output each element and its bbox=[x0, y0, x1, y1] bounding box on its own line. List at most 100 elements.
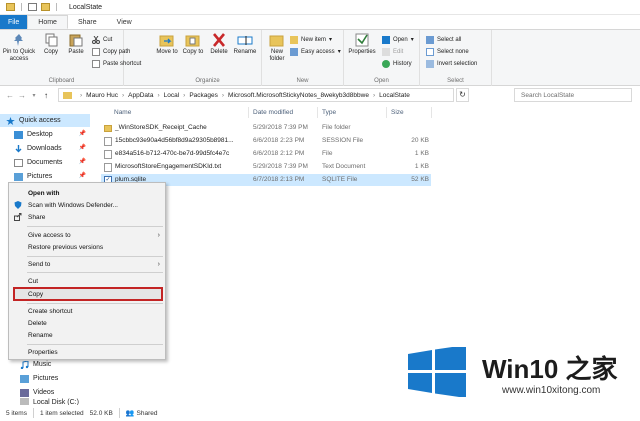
column-header-size[interactable]: Size bbox=[391, 105, 404, 119]
menu-item-create-shortcut[interactable]: Create shortcut bbox=[9, 305, 165, 317]
copy-to-button[interactable]: Copy to bbox=[180, 33, 206, 56]
select-group: Select all Select none Invert selection … bbox=[420, 30, 492, 86]
cut-button[interactable]: Cut bbox=[92, 34, 112, 45]
breadcrumb-local[interactable]: Local bbox=[164, 92, 180, 99]
tab-home[interactable]: Home bbox=[27, 15, 68, 29]
new-folder-quick-icon[interactable] bbox=[41, 3, 50, 11]
breadcrumb-localstate[interactable]: LocalState bbox=[379, 92, 410, 99]
table-row[interactable]: e834a516-b712-470c-be7d-99d5fc4e7c 6/6/2… bbox=[101, 148, 431, 160]
pin-icon[interactable]: 📌 bbox=[79, 130, 86, 137]
pin-icon bbox=[11, 33, 27, 47]
copy-button[interactable]: Copy bbox=[40, 33, 62, 56]
watermark: Win10 之家 www.win10xitong.com bbox=[408, 345, 640, 405]
delete-button[interactable]: Delete bbox=[206, 33, 232, 56]
forward-arrow-icon[interactable]: → bbox=[16, 91, 28, 100]
videos-icon bbox=[20, 388, 29, 397]
search-input[interactable]: Search LocalState bbox=[514, 88, 632, 102]
breadcrumb-appdata[interactable]: AppData bbox=[128, 92, 153, 99]
chevron-right-icon: › bbox=[121, 91, 125, 99]
new-item-label: New item bbox=[301, 36, 327, 43]
folder-icon bbox=[6, 3, 15, 11]
nav-item-downloads[interactable]: Downloads bbox=[14, 142, 62, 155]
pin-icon[interactable]: 📌 bbox=[79, 144, 86, 151]
column-header-date[interactable]: Date modified bbox=[253, 105, 293, 119]
column-divider[interactable] bbox=[317, 107, 318, 118]
nav-item-quick-access[interactable]: Quick access bbox=[6, 114, 61, 127]
column-divider[interactable] bbox=[431, 107, 432, 118]
file-name: _WinStoreSDK_Receipt_Cache bbox=[115, 124, 207, 131]
paste-button[interactable]: Paste bbox=[64, 33, 88, 56]
history-button[interactable]: History bbox=[382, 58, 412, 69]
menu-item-rename[interactable]: Rename bbox=[9, 329, 165, 341]
breadcrumb-stickynotes[interactable]: Microsoft.MicrosoftStickyNotes_8wekyb3d8… bbox=[228, 92, 369, 99]
table-row[interactable]: _WinStoreSDK_Receipt_Cache 5/29/2018 7:3… bbox=[101, 122, 431, 134]
refresh-icon[interactable]: ↻ bbox=[456, 88, 469, 102]
file-date: 6/6/2018 2:23 PM bbox=[253, 137, 305, 144]
pin-button[interactable]: Pin to Quick access bbox=[2, 33, 36, 63]
select-none-button[interactable]: Select none bbox=[426, 46, 469, 57]
address-bar[interactable]: › Mauro Huc › AppData › Local › Packages… bbox=[58, 88, 454, 102]
pin-icon[interactable]: 📌 bbox=[79, 172, 86, 179]
recent-chevron-icon[interactable]: ▾ bbox=[28, 92, 40, 99]
breadcrumb-user[interactable]: Mauro Huc bbox=[86, 92, 118, 99]
nav-item-pictures-pc[interactable]: Pictures bbox=[20, 372, 58, 385]
column-divider[interactable] bbox=[248, 107, 249, 118]
move-to-button[interactable]: Move to bbox=[154, 33, 180, 56]
open-button[interactable]: Open ▾ bbox=[382, 34, 414, 45]
paste-icon bbox=[68, 33, 84, 47]
menu-item-scan[interactable]: Scan with Windows Defender... bbox=[9, 199, 165, 211]
menu-separator bbox=[27, 344, 163, 345]
menu-item-give-access[interactable]: Give access to › bbox=[9, 229, 165, 241]
copy-path-button[interactable]: Copy path bbox=[92, 46, 130, 57]
file-date: 6/6/2018 2:12 PM bbox=[253, 150, 305, 157]
organize-group-label: Organize bbox=[195, 78, 220, 84]
tab-share[interactable]: Share bbox=[68, 15, 107, 29]
menu-label: Send to bbox=[28, 260, 51, 268]
menu-item-delete[interactable]: Delete bbox=[9, 317, 165, 329]
back-arrow-icon[interactable]: ← bbox=[4, 91, 16, 100]
menu-item-copy[interactable]: Copy bbox=[9, 288, 165, 300]
folder-icon bbox=[63, 91, 72, 99]
status-selected: 1 item selected bbox=[39, 409, 84, 417]
menu-item-cut[interactable]: Cut bbox=[9, 275, 165, 287]
paste-shortcut-button[interactable]: Paste shortcut bbox=[92, 58, 141, 69]
column-divider[interactable] bbox=[386, 107, 387, 118]
column-header-name[interactable]: Name bbox=[114, 105, 131, 119]
file-date: 6/7/2018 2:13 PM bbox=[253, 176, 305, 183]
invert-selection-button[interactable]: Invert selection bbox=[426, 58, 477, 69]
column-header-type[interactable]: Type bbox=[322, 105, 336, 119]
menu-item-send-to[interactable]: Send to › bbox=[9, 258, 165, 270]
invert-selection-label: Invert selection bbox=[437, 60, 478, 67]
menu-item-open-with[interactable]: Open with bbox=[9, 187, 165, 199]
menu-item-restore[interactable]: Restore previous versions bbox=[9, 241, 165, 253]
table-row[interactable]: 15cbbc93e90a4d56bf8d9a29305b8981... 6/6/… bbox=[101, 135, 431, 147]
divider bbox=[32, 408, 34, 418]
invert-selection-icon bbox=[426, 59, 434, 68]
select-all-button[interactable]: Select all bbox=[426, 34, 461, 45]
tab-file[interactable]: File bbox=[0, 15, 28, 29]
copy-to-label: Copy to bbox=[182, 49, 204, 55]
new-folder-button[interactable]: New folder bbox=[264, 33, 290, 63]
menu-item-share[interactable]: Share bbox=[9, 211, 165, 223]
file-icon bbox=[104, 137, 112, 146]
rename-button[interactable]: Rename bbox=[232, 33, 258, 56]
nav-label-pictures: Pictures bbox=[27, 173, 53, 180]
nav-item-documents[interactable]: Documents bbox=[14, 156, 62, 169]
tab-view[interactable]: View bbox=[107, 15, 142, 29]
nav-item-desktop[interactable]: Desktop bbox=[14, 128, 53, 141]
properties-quick-icon[interactable] bbox=[28, 3, 37, 11]
select-all-icon bbox=[426, 35, 434, 44]
delete-x-icon bbox=[211, 33, 227, 47]
edit-button[interactable]: Edit bbox=[382, 46, 403, 57]
watermark-title: Win10 之家 bbox=[482, 354, 618, 384]
up-arrow-icon[interactable]: ↑ bbox=[40, 91, 52, 100]
menu-item-properties[interactable]: Properties bbox=[9, 346, 165, 358]
status-shared: Shared bbox=[136, 409, 158, 417]
new-item-button[interactable]: New item ▾ bbox=[290, 34, 332, 45]
breadcrumb-packages[interactable]: Packages bbox=[189, 92, 218, 99]
table-row[interactable]: MicrosoftStoreEngagementSDKId.txt 5/29/2… bbox=[101, 161, 431, 173]
pin-icon[interactable]: 📌 bbox=[79, 158, 86, 165]
history-icon bbox=[382, 59, 390, 68]
properties-button[interactable]: Properties bbox=[346, 33, 378, 56]
easy-access-button[interactable]: Easy access ▾ bbox=[290, 46, 341, 57]
